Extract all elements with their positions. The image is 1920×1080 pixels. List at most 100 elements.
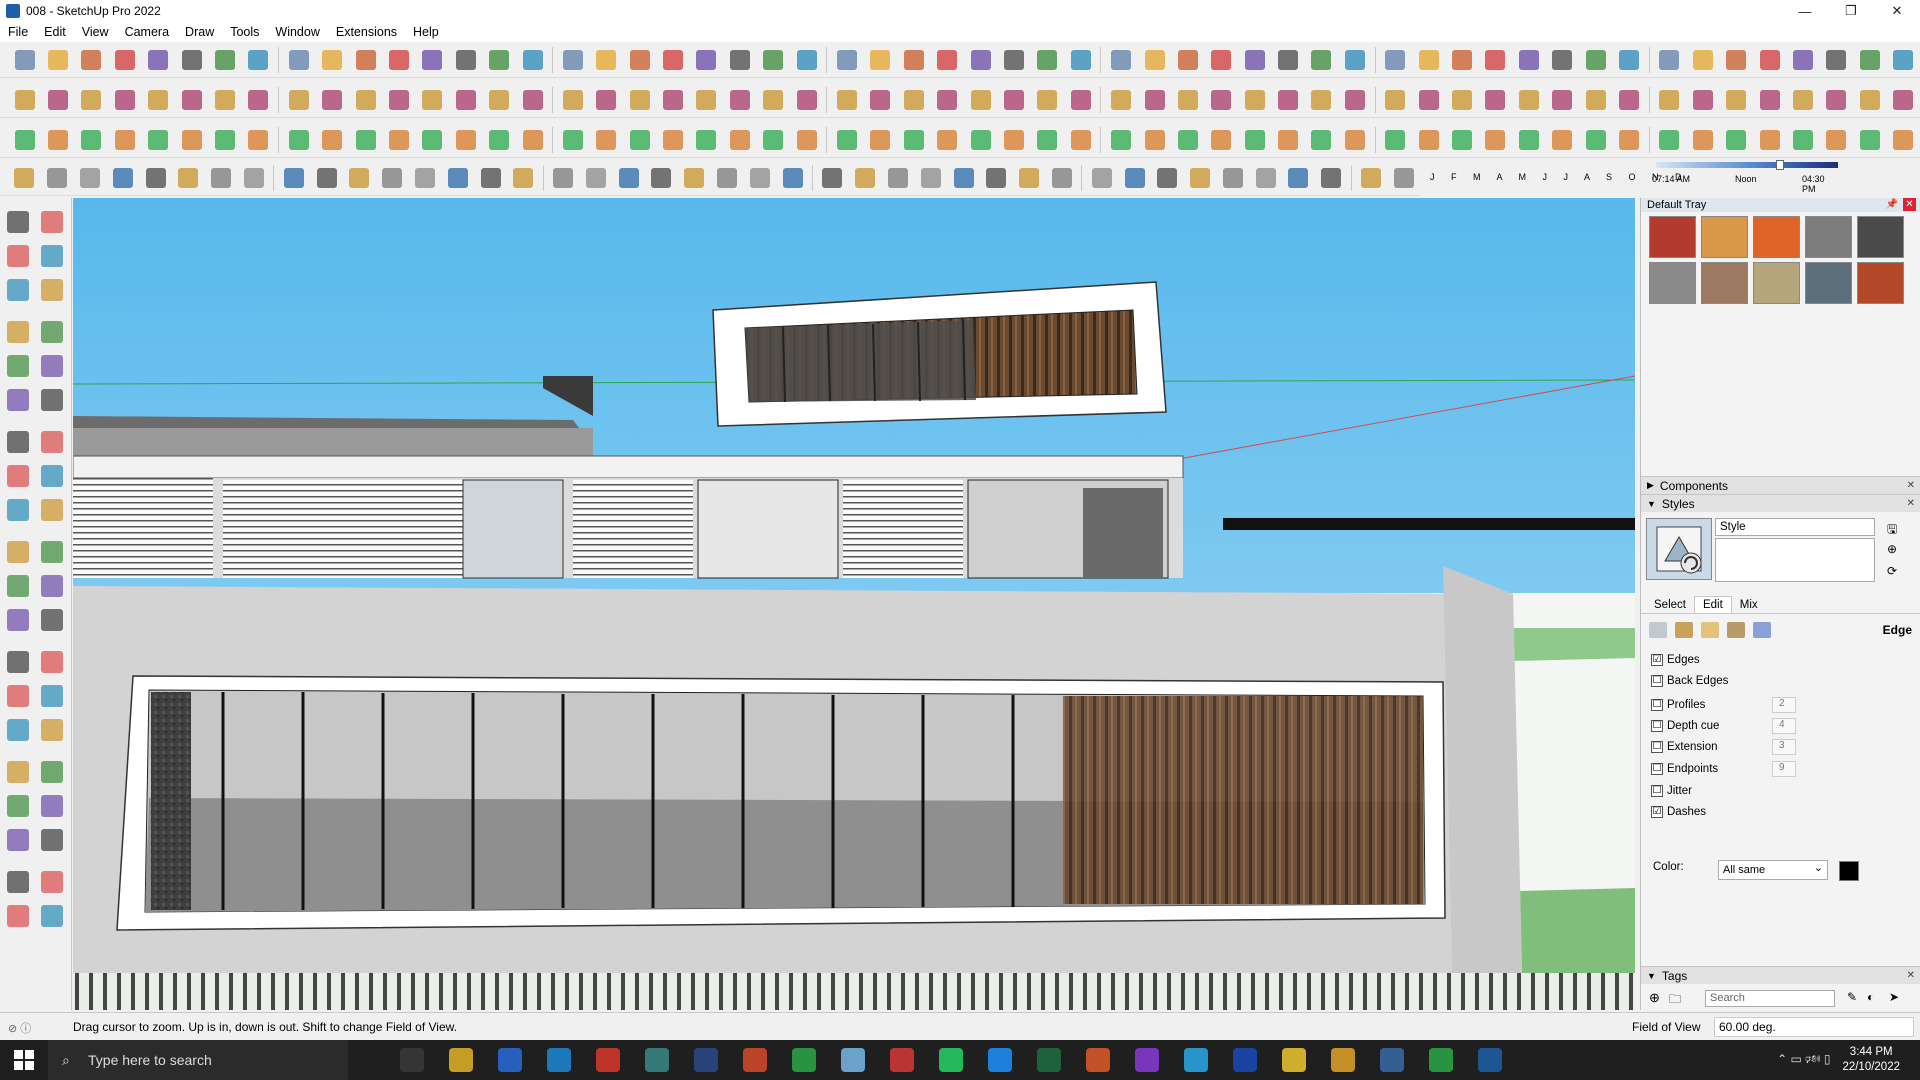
side-tool-icon[interactable] [4,868,32,896]
toolbar-tool-icon[interactable] [583,165,608,191]
toolbar-tool-icon[interactable] [794,87,819,113]
toolbar-tool-icon[interactable] [246,127,271,153]
color-by-tag-icon[interactable]: ◐ [1867,990,1874,1004]
edge-option-row[interactable]: ☐ Extension [1651,741,1718,753]
toolbar-tool-icon[interactable] [420,87,445,113]
style-name-field[interactable]: Style [1715,518,1875,536]
toolbar-tool-icon[interactable] [834,127,859,153]
toolbar-tool-icon[interactable] [1275,87,1300,113]
taskbar-app-icon[interactable] [1429,1048,1453,1072]
toolbar-tool-icon[interactable] [179,47,204,73]
toolbar-tool-icon[interactable] [1309,47,1334,73]
toolbar-tool-icon[interactable] [143,165,168,191]
toolbar-tool-icon[interactable] [246,47,271,73]
toolbar-tool-icon[interactable] [112,87,137,113]
status-info-icons[interactable]: ⊘ ⓘ [8,1020,31,1036]
toolbar-tool-icon[interactable] [560,47,585,73]
toolbar-tool-icon[interactable] [520,47,545,73]
side-tool-icon[interactable] [4,572,32,600]
toolbar-tool-icon[interactable] [1449,47,1474,73]
side-tool-icon[interactable] [4,496,32,524]
toolbar-tool-icon[interactable] [1583,47,1608,73]
taskbar-app-icon[interactable] [1086,1048,1110,1072]
toolbar-tool-icon[interactable] [780,165,805,191]
side-tool-icon[interactable] [38,792,66,820]
toolbar-tool-icon[interactable] [1242,127,1267,153]
toolbar-tool-icon[interactable] [627,87,652,113]
toolbar-tool-icon[interactable] [1383,127,1408,153]
toolbar-tool-icon[interactable] [935,87,960,113]
side-tool-icon[interactable] [4,318,32,346]
taskbar-app-icon[interactable] [1478,1048,1502,1072]
menu-file[interactable]: File [0,25,36,39]
material-swatch[interactable] [1805,262,1852,304]
toolbar-tool-icon[interactable] [794,47,819,73]
toolbar-tool-icon[interactable] [176,165,201,191]
checkbox[interactable]: ☑ [1651,806,1663,818]
taskbar-app-icon[interactable] [1233,1048,1257,1072]
menu-window[interactable]: Window [267,25,327,39]
taskbar-app-icon[interactable] [1331,1048,1355,1072]
toolbar-tool-icon[interactable] [45,87,70,113]
side-tool-icon[interactable] [38,538,66,566]
toolbar-tool-icon[interactable] [520,127,545,153]
close-button[interactable]: ✕ [1874,0,1920,22]
edge-option-row[interactable]: ☐ Jitter [1651,785,1692,797]
toolbar-tool-icon[interactable] [1035,127,1060,153]
toolbar-tool-icon[interactable] [453,87,478,113]
toolbar-tool-icon[interactable] [320,127,345,153]
toolbar-tool-icon[interactable] [984,165,1009,191]
toolbar-tool-icon[interactable] [146,47,171,73]
edge-option-row[interactable]: ☐ Back Edges [1651,675,1728,687]
refresh-icon[interactable]: ⟳ [1887,564,1897,578]
toolbar-tool-icon[interactable] [1175,47,1200,73]
checkbox[interactable]: ☐ [1651,675,1663,687]
toolbar-tool-icon[interactable] [1857,127,1882,153]
taskbar-app-icon[interactable] [1184,1048,1208,1072]
toolbar-tool-icon[interactable] [551,165,576,191]
tab-mix[interactable]: Mix [1732,597,1766,613]
side-tool-icon[interactable] [38,902,66,930]
toolbar-tool-icon[interactable] [1108,127,1133,153]
taskbar-app-icon[interactable] [890,1048,914,1072]
toolbar-tool-icon[interactable] [1657,127,1682,153]
toolbar-tool-icon[interactable] [1001,47,1026,73]
toolbar-tool-icon[interactable] [1690,47,1715,73]
toolbar-tool-icon[interactable] [1142,87,1167,113]
toolbar-tool-icon[interactable] [146,127,171,153]
toolbar-tool-icon[interactable] [761,127,786,153]
update-style-icon[interactable]: 🖫 [1887,520,1897,541]
toolbar-tool-icon[interactable] [386,127,411,153]
side-tool-icon[interactable] [4,208,32,236]
time-slider-knob[interactable] [1776,160,1785,170]
edge-option-value[interactable]: 3 [1772,739,1796,755]
toolbar-tool-icon[interactable] [79,87,104,113]
side-tool-icon[interactable] [38,496,66,524]
background-settings-icon[interactable] [1701,622,1719,638]
toolbar-tool-icon[interactable] [281,165,306,191]
toolbar-tool-icon[interactable] [1253,165,1278,191]
toolbar-tool-icon[interactable] [79,47,104,73]
toolbar-tool-icon[interactable] [1824,87,1849,113]
maximize-button[interactable]: ❐ [1828,0,1874,22]
toolbar-tool-icon[interactable] [1142,47,1167,73]
toolbar-tool-icon[interactable] [1275,47,1300,73]
toolbar-tool-icon[interactable] [511,165,536,191]
edge-option-row[interactable]: ☑ Dashes [1651,806,1706,818]
toolbar-tool-icon[interactable] [45,127,70,153]
color-mode-select[interactable]: All same [1718,860,1828,880]
toolbar-tool-icon[interactable] [649,165,674,191]
toolbar-tool-icon[interactable] [660,127,685,153]
toolbar-tool-icon[interactable] [1583,127,1608,153]
toolbar-tool-icon[interactable] [1416,87,1441,113]
toolbar-tool-icon[interactable] [45,165,70,191]
side-tool-icon[interactable] [4,538,32,566]
toolbar-tool-icon[interactable] [660,87,685,113]
details-arrow-icon[interactable]: ➤ [1889,990,1899,1004]
side-tool-icon[interactable] [4,428,32,456]
toolbar-tool-icon[interactable] [286,127,311,153]
toolbar-tool-icon[interactable] [1757,47,1782,73]
toolbar-tool-icon[interactable] [1309,127,1334,153]
toolbar-tool-icon[interactable] [12,127,37,153]
toolbar-tool-icon[interactable] [901,127,926,153]
